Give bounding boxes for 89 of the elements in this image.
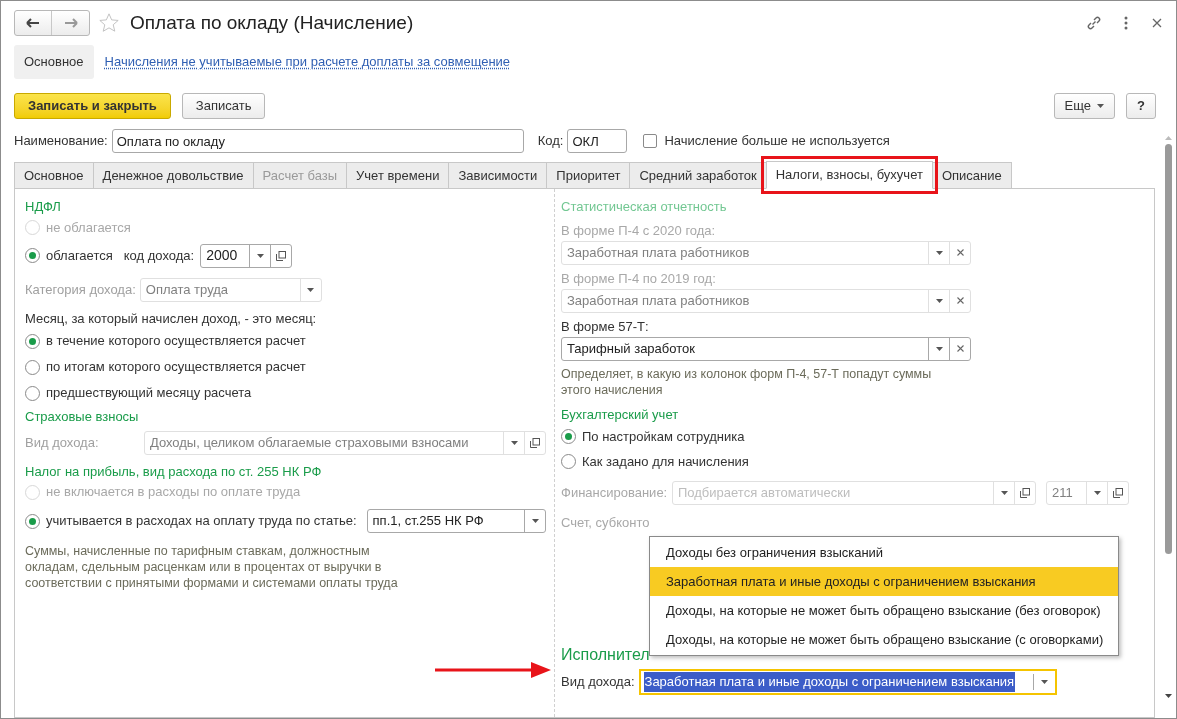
checkbox-label: Начисление больше не используется: [664, 132, 890, 151]
note-text: Определяет, в какую из колонок форм П-4, 57-Т попадут суммы этого начисления: [561, 365, 933, 398]
menu-item[interactable]: Заработная плата и иные доходы с ограничением взыскания: [650, 567, 1118, 596]
radio-button[interactable]: [25, 513, 40, 529]
caret-icon: [935, 346, 943, 351]
income-code-field[interactable]: 2000: [200, 243, 293, 268]
income-type-select[interactable]: Заработная плата и иные доходы с ограничением взыскания: [638, 669, 1057, 695]
menu-item[interactable]: Доходы, на которые не может быть обращено взыскание (с оговорками): [650, 625, 1118, 654]
open-icon: [1020, 488, 1030, 498]
radio-label: облагается: [46, 246, 113, 265]
radio-label: не облагается: [46, 218, 131, 237]
forward-arrow-icon: [63, 18, 78, 28]
caret-icon: [1093, 491, 1101, 495]
radio-label: в течение которого осуществляется расчет: [46, 332, 306, 351]
field-label: Код:: [537, 132, 564, 151]
note-text: Суммы, начисленные по тарифным ставкам, должностным окладам, сдельным расценкам или в процентах от выручки в соответствии с принятыми формами и системами оплаты труда: [25, 543, 399, 591]
field-label: В форме П-4 с 2020 года:: [561, 221, 717, 240]
caret-icon: [1097, 103, 1104, 108]
arrow-icon: [435, 661, 553, 679]
tab[interactable]: Основное: [14, 162, 94, 189]
field-label: Вид дохода:: [561, 673, 635, 692]
tab[interactable]: Зависимости: [448, 162, 548, 189]
menu-item[interactable]: Доходы, на которые не может быть обращено взыскание (без оговорок): [650, 596, 1118, 625]
caret-icon: [510, 440, 518, 445]
clear-icon: [956, 297, 964, 304]
field-label: код дохода:: [123, 246, 195, 265]
article-field[interactable]: пп.1, ст.255 НК РФ: [366, 509, 546, 533]
scroll-down-icon[interactable]: [1164, 694, 1172, 698]
field-label: В форме П-4 по 2019 год:: [561, 269, 717, 288]
clear-icon: [956, 249, 964, 256]
code-field[interactable]: ОКЛ: [567, 129, 628, 153]
tab[interactable]: Денежное довольствие: [92, 162, 254, 189]
caret-icon: [935, 298, 943, 303]
radio-label: Как задано для начисления: [582, 452, 749, 471]
window-title: Оплата по окладу (Начисление): [130, 10, 414, 35]
nav-link[interactable]: Основное: [14, 45, 94, 79]
more-button[interactable]: Еще: [1053, 92, 1115, 119]
radio-button[interactable]: [25, 333, 40, 349]
section-heading: Статистическая отчетность: [561, 198, 728, 216]
selected-text: Заработная плата и иные доходы с ограничением взыскания: [643, 672, 1016, 692]
save-button[interactable]: Записать: [181, 92, 266, 119]
caret-icon: [1040, 680, 1048, 684]
radio-button[interactable]: [25, 359, 40, 375]
section-heading: Налог на прибыль, вид расхода по ст. 255 НК РФ: [25, 462, 323, 481]
radio-label: По настройкам сотрудника: [582, 427, 745, 446]
caret-icon: [1000, 491, 1008, 495]
section-heading: НДФЛ: [25, 198, 62, 216]
caret-icon: [935, 250, 943, 255]
tab[interactable]: Средний заработок: [629, 162, 767, 189]
field-label: Вид дохода:: [25, 433, 100, 452]
tab[interactable]: Описание: [931, 162, 1012, 189]
caret-icon: [531, 519, 539, 523]
radio-label: учитывается в расходах на оплату труда по статье:: [46, 512, 357, 531]
open-icon: [1113, 488, 1123, 498]
field-label: Категория дохода:: [25, 280, 136, 299]
radio-button[interactable]: [25, 248, 40, 263]
radio-label: не включается в расходы по оплате труда: [46, 483, 301, 502]
open-icon: [276, 250, 287, 261]
field-label: Наименование:: [14, 132, 108, 151]
caret-icon: [307, 287, 315, 292]
field-label: Месяц, за который начислен доход, - это месяц:: [25, 309, 318, 328]
open-icon: [530, 437, 540, 448]
tab[interactable]: Приоритет: [546, 162, 631, 189]
back-arrow-icon: [26, 18, 40, 28]
radio-button[interactable]: [561, 454, 576, 469]
field-label: Счет, субконто: [561, 514, 651, 533]
checkbox[interactable]: [643, 134, 658, 148]
close-icon[interactable]: [1152, 18, 1162, 28]
star-icon[interactable]: [98, 12, 120, 34]
menu-item[interactable]: Доходы без ограничения взысканий: [650, 538, 1118, 567]
more-icon[interactable]: [1124, 16, 1128, 30]
name-field[interactable]: Оплата по окладу: [111, 129, 524, 153]
radio-button[interactable]: [561, 429, 576, 444]
save-and-close-button[interactable]: Записать и закрыть: [14, 92, 171, 119]
radio-button[interactable]: [25, 385, 40, 401]
section-heading: Страховые взносы: [25, 408, 140, 426]
field-label: В форме 57-Т:: [561, 317, 650, 336]
field-label: Финансирование:: [561, 484, 669, 503]
section-heading: Исполнител: [561, 645, 651, 665]
caret-icon: [256, 253, 264, 258]
section-heading: Бухгалтерский учет: [561, 405, 680, 424]
tab[interactable]: Учет времени: [346, 162, 450, 189]
radio-label: предшествующий месяцу расчета: [46, 384, 252, 403]
help-button[interactable]: ?: [1126, 92, 1156, 119]
clear-icon: [956, 345, 964, 352]
link-icon[interactable]: [1086, 15, 1102, 31]
radio-label: по итогам которого осуществляется расчет: [46, 358, 306, 377]
select-field[interactable]: Тарифный заработок: [561, 336, 971, 361]
nav-link[interactable]: Начисления не учитываемые при расчете доплаты за совмещение: [104, 52, 511, 72]
